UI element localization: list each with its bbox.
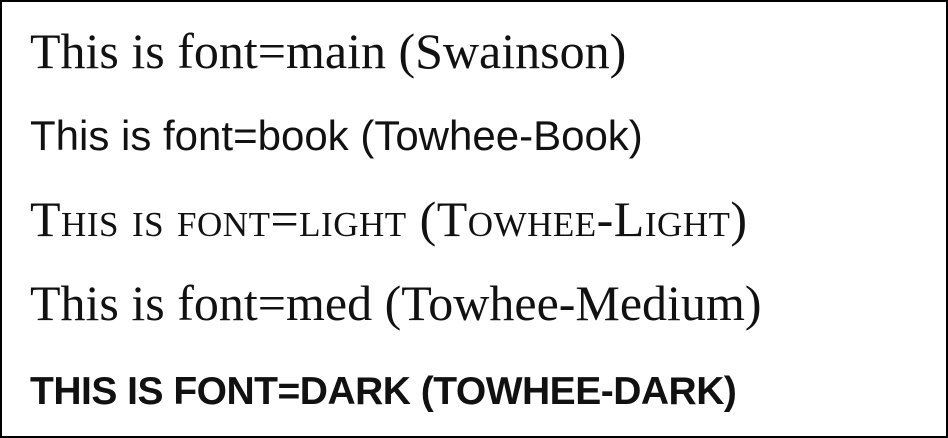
font-sample-panel: This is font=main (Swainson) This is fon…: [0, 0, 948, 438]
font-sample-light: This is font=light (Towhee-Light): [30, 191, 748, 247]
font-sample-dark: THIS IS FONT=DARK (TOWHEE-DARK): [30, 370, 737, 413]
font-sample-main: This is font=main (Swainson): [30, 23, 627, 79]
font-sample-book: This is font=book (Towhee-Book): [30, 112, 643, 159]
font-sample-medium: This is font=med (Towhee-Medium): [30, 275, 762, 331]
